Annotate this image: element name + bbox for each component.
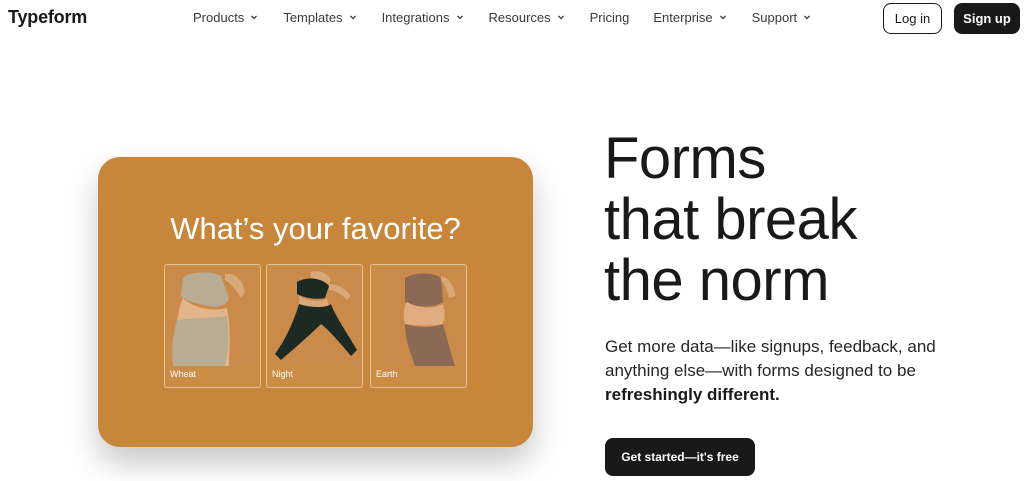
product-photo-night bbox=[271, 268, 359, 366]
option-label: Wheat bbox=[170, 369, 197, 379]
chevron-down-icon bbox=[455, 12, 465, 22]
chevron-down-icon bbox=[718, 12, 728, 22]
nav-item-enterprise[interactable]: Enterprise bbox=[653, 10, 727, 25]
chevron-down-icon bbox=[249, 12, 259, 22]
nav-item-products[interactable]: Products bbox=[193, 10, 259, 25]
hero-subtitle-emphasis: refreshingly different. bbox=[605, 385, 780, 404]
chevron-down-icon bbox=[802, 12, 812, 22]
option-label: Earth bbox=[376, 369, 398, 379]
hero-subtitle: Get more data—like signups, feedback, an… bbox=[605, 335, 975, 407]
form-question: What’s your favorite? bbox=[170, 211, 461, 246]
nav-item-label: Templates bbox=[283, 10, 343, 25]
hero-title-line: Forms bbox=[604, 126, 766, 191]
nav-item-pricing[interactable]: Pricing bbox=[590, 10, 630, 25]
chevron-down-icon bbox=[348, 12, 358, 22]
get-started-button[interactable]: Get started—it's free bbox=[605, 438, 755, 476]
login-button[interactable]: Log in bbox=[883, 3, 942, 34]
nav-item-label: Products bbox=[193, 10, 245, 25]
product-photo-wheat bbox=[169, 268, 257, 366]
nav-item-label: Integrations bbox=[381, 10, 450, 25]
main-menu: Products Templates Integrations Resource… bbox=[193, 10, 812, 25]
nav-item-resources[interactable]: Resources bbox=[489, 10, 566, 25]
product-photo-earth bbox=[375, 268, 463, 366]
hero-title-line: the norm bbox=[604, 248, 829, 313]
choice-option-wheat[interactable]: Wheat bbox=[164, 264, 261, 388]
option-label: Night bbox=[272, 369, 294, 379]
form-preview-card: What’s your favorite? Wheat Night Earth bbox=[98, 157, 533, 447]
signup-button[interactable]: Sign up bbox=[954, 3, 1020, 34]
nav-item-support[interactable]: Support bbox=[752, 10, 813, 25]
nav-item-templates[interactable]: Templates bbox=[283, 10, 357, 25]
chevron-down-icon bbox=[556, 12, 566, 22]
nav-item-label: Pricing bbox=[589, 10, 630, 25]
nav-item-label: Support bbox=[751, 10, 798, 25]
hero-title-line: that break bbox=[604, 187, 857, 252]
hero-subtitle-text: Get more data—like signups, feedback, an… bbox=[605, 337, 936, 380]
typeform-logo[interactable]: Typeform bbox=[8, 7, 87, 28]
nav-item-label: Resources bbox=[488, 10, 551, 25]
top-navigation: Typeform Products Templates Integrations… bbox=[0, 0, 1024, 36]
hero-title: Forms that break the norm bbox=[604, 128, 1004, 311]
choice-option-earth[interactable]: Earth bbox=[370, 264, 467, 388]
nav-item-integrations[interactable]: Integrations bbox=[382, 10, 465, 25]
nav-item-label: Enterprise bbox=[653, 10, 713, 25]
choice-option-night[interactable]: Night bbox=[266, 264, 363, 388]
